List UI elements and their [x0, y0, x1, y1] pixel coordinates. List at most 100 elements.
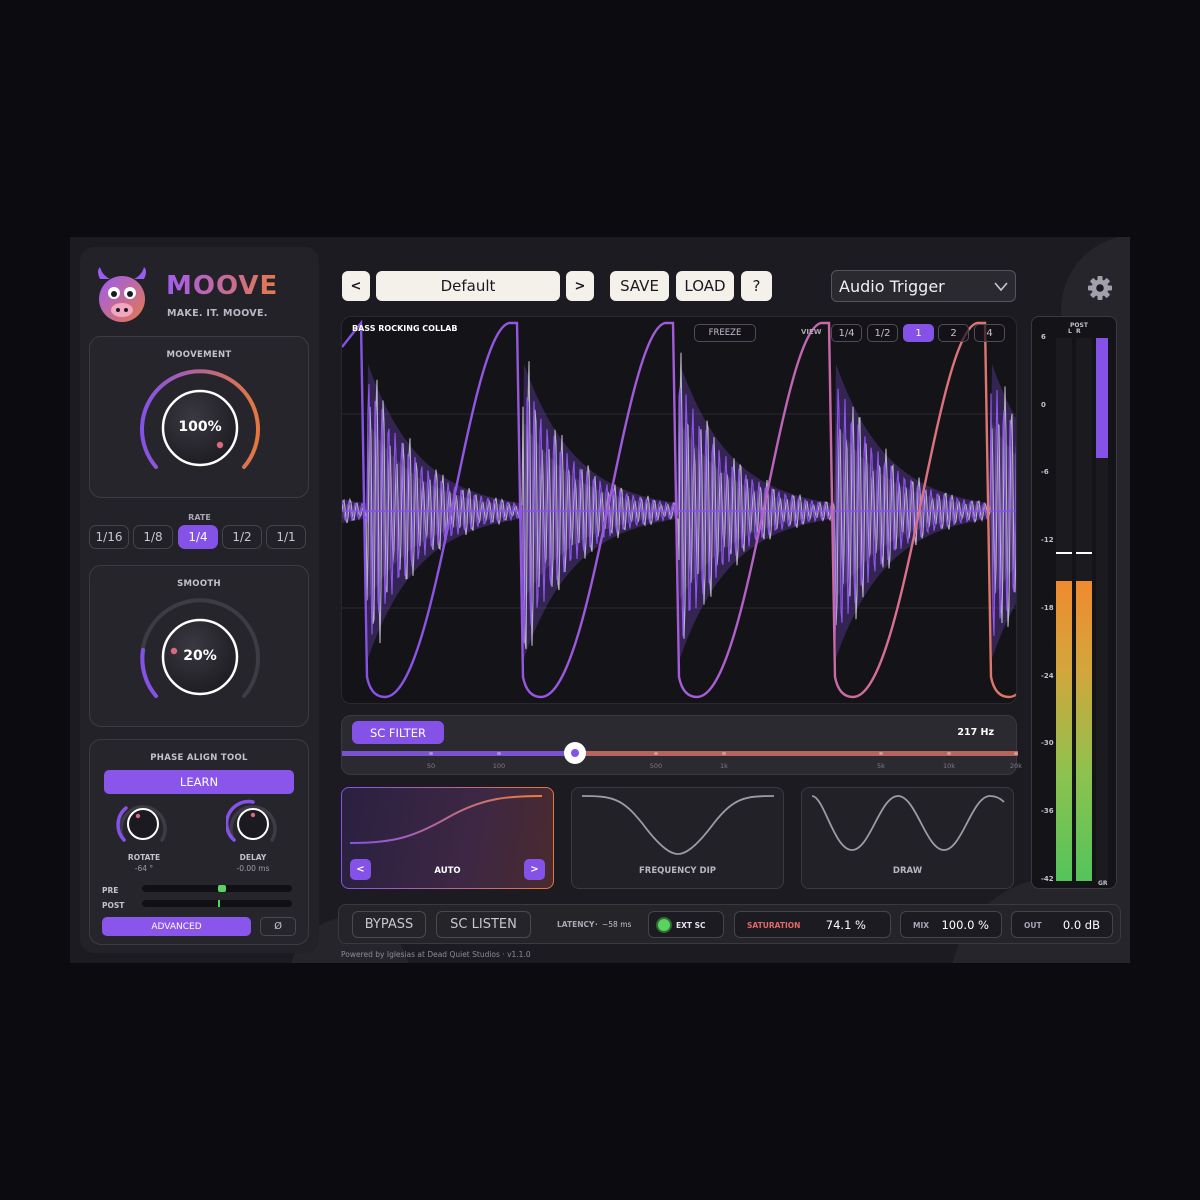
trigger-dropdown[interactable]: Audio Trigger: [831, 270, 1016, 302]
gear-icon[interactable]: [1087, 275, 1113, 301]
rate-option[interactable]: 1/2: [222, 525, 262, 549]
out-label: OUT: [1024, 921, 1042, 930]
sc-filter-tick-mark: [429, 752, 433, 755]
meter-scale-label: -12: [1041, 536, 1054, 545]
view-option[interactable]: 1/4: [831, 324, 862, 342]
sc-listen-button[interactable]: SC LISTEN: [436, 911, 531, 938]
post-label: POST: [102, 901, 125, 910]
saturation-value: 74.1 %: [825, 918, 866, 932]
output-meter: POST L R 6 0 -6 -12 -18 -24 -30 -36 -42 GR: [1031, 316, 1117, 889]
phase-invert-button[interactable]: Ø: [260, 917, 296, 936]
smooth-title: SMOOTH: [177, 579, 221, 589]
sc-filter-tick-mark: [879, 752, 883, 755]
latency-separator: ·: [595, 920, 598, 929]
advanced-button[interactable]: ADVANCED: [102, 917, 251, 936]
meter-l-label: L: [1068, 328, 1072, 335]
cow-logo-icon: [98, 267, 146, 322]
ext-sc-toggle[interactable]: EXT SC: [648, 911, 724, 938]
sc-filter-tick-mark: [1014, 752, 1018, 755]
shape-auto-card[interactable]: < > AUTO: [341, 787, 554, 889]
rate-option[interactable]: 1/1: [266, 525, 306, 549]
mix-value: 100.0 %: [941, 918, 989, 932]
sc-filter-slider-handle[interactable]: [564, 742, 586, 764]
sc-filter-tick-mark: [722, 752, 726, 755]
shape-frequency-dip-card[interactable]: FREQUENCY DIP: [571, 787, 784, 889]
delay-knob[interactable]: [226, 798, 280, 848]
meter-scale-label: -18: [1041, 603, 1054, 612]
phase-align-card: PHASE ALIGN TOOL LEARN ROTATE -64 ° DELA…: [89, 739, 309, 945]
meter-scale-label: -24: [1041, 671, 1054, 680]
latency-label: LATENCY: [557, 920, 595, 929]
load-button[interactable]: LOAD: [676, 271, 734, 301]
movement-value: 100%: [178, 419, 222, 435]
view-option[interactable]: 1/2: [867, 324, 898, 342]
sc-filter-tick: 10k: [942, 762, 956, 770]
brand-tagline: MAKE. IT. MOOVE.: [167, 308, 268, 319]
sc-filter-tick: 20k: [1009, 762, 1023, 770]
footer-credit: Powered by Iglesias at Dead Quiet Studio…: [341, 950, 531, 959]
out-field[interactable]: OUT 0.0 dB: [1011, 911, 1113, 938]
learn-button[interactable]: LEARN: [104, 770, 294, 794]
waveform-graph: [342, 319, 1016, 699]
waveform-display[interactable]: BASS ROCKING COLLAB FREEZE VIEW 1/4 1/2 1 2…: [341, 316, 1017, 704]
mix-field[interactable]: MIX 100.0 %: [900, 911, 1002, 938]
delay-label: DELAY: [239, 853, 267, 862]
view-option[interactable]: 1: [903, 324, 934, 342]
preset-name[interactable]: Default: [376, 271, 560, 301]
trigger-selected: Audio Trigger: [839, 276, 945, 296]
saturation-label: SATURATION: [747, 921, 801, 930]
smooth-value: 20%: [183, 648, 217, 664]
latency-value: ~58 ms: [602, 920, 632, 929]
sc-filter-tick-mark: [654, 752, 658, 755]
rate-option[interactable]: 1/8: [133, 525, 173, 549]
sc-filter-track: [574, 751, 1018, 756]
meter-scale-label: 0: [1041, 400, 1046, 409]
rate-option[interactable]: 1/4: [178, 525, 218, 549]
bottom-bar: BYPASS SC LISTEN LATENCY · ~58 ms EXT SC…: [338, 904, 1121, 944]
help-button[interactable]: ?: [741, 271, 772, 301]
view-label: VIEW: [801, 328, 822, 336]
phase-title: PHASE ALIGN TOOL: [150, 753, 248, 763]
save-button[interactable]: SAVE: [610, 271, 669, 301]
rotate-label: ROTATE: [127, 853, 161, 862]
shape-auto-label: AUTO: [434, 866, 461, 876]
plugin-window: MOOVE MAKE. IT. MOOVE. MOOVEMENT 100% R A…: [70, 237, 1130, 963]
sc-filter-tick: 5k: [877, 762, 885, 770]
meter-scale-label: -6: [1041, 468, 1049, 477]
bypass-button[interactable]: BYPASS: [352, 911, 426, 938]
sc-filter-tick: 1k: [720, 762, 728, 770]
shape-frequency-dip-label: FREQUENCY DIP: [638, 866, 716, 876]
rotate-knob[interactable]: [116, 798, 170, 848]
movement-card: MOOVEMENT 100%: [89, 336, 309, 498]
meter-gr-label: GR: [1098, 880, 1108, 887]
shape-draw-label: DRAW: [892, 866, 923, 876]
sc-filter-panel: SC FILTER 217 Hz 50 100 500 1k 5k 10k 20k: [341, 715, 1022, 775]
ext-sc-label: EXT SC: [676, 921, 706, 930]
post-meter: [142, 900, 292, 907]
rotate-value: -64 °: [134, 864, 154, 873]
view-option[interactable]: 2: [938, 324, 969, 342]
chevron-down-icon: [994, 282, 1008, 292]
sc-filter-tick-mark: [947, 752, 951, 755]
sc-filter-value: 217 Hz: [957, 727, 994, 738]
view-option[interactable]: 4: [974, 324, 1005, 342]
sc-filter-button[interactable]: SC FILTER: [352, 721, 444, 744]
sc-filter-tick: 100: [492, 762, 506, 770]
saturation-field[interactable]: SATURATION 74.1 %: [734, 911, 891, 938]
meter-scale-label: -42: [1041, 874, 1054, 883]
smooth-card: SMOOTH 20%: [89, 565, 309, 727]
ext-sc-led: [658, 919, 670, 931]
waveform-title: BASS ROCKING COLLAB: [352, 324, 458, 333]
sc-filter-tick: 500: [649, 762, 663, 770]
prev-preset-button[interactable]: <: [342, 271, 370, 301]
out-value: 0.0 dB: [1062, 918, 1100, 932]
next-preset-button[interactable]: >: [566, 271, 594, 301]
sc-filter-tick-mark: [497, 752, 501, 755]
rate-option[interactable]: 1/16: [89, 525, 129, 549]
shape-draw-card[interactable]: DRAW: [801, 787, 1014, 889]
meter-right-channel: [1076, 338, 1092, 881]
meter-scale-label: -36: [1041, 806, 1054, 815]
brand-name: MOOVE: [166, 271, 279, 301]
freeze-button[interactable]: FREEZE: [694, 324, 756, 342]
meter-r-label: R: [1076, 328, 1081, 335]
